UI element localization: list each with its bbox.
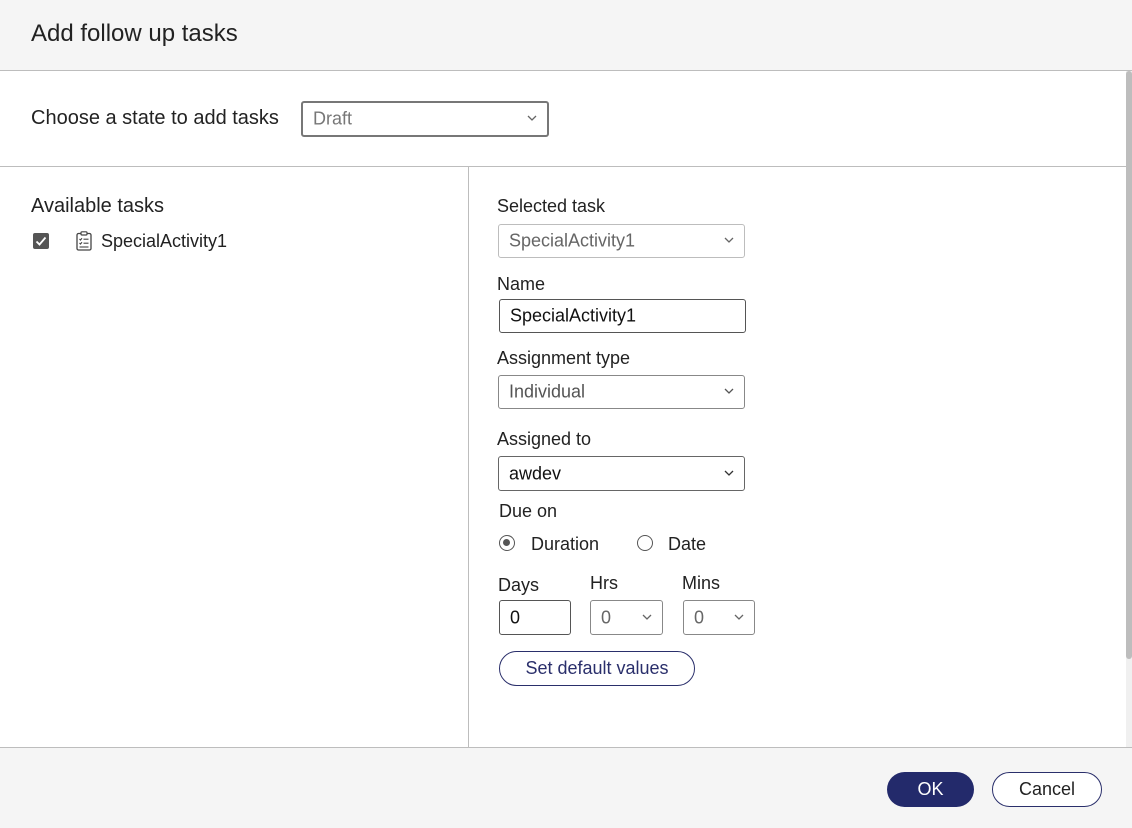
hrs-select[interactable]: 0 <box>590 600 663 635</box>
name-field-value: SpecialActivity1 <box>510 305 637 326</box>
chevron-down-icon <box>724 470 734 476</box>
list-item[interactable]: SpecialActivity1 <box>33 231 333 255</box>
date-radio[interactable] <box>637 535 653 551</box>
selected-task-value: SpecialActivity1 <box>509 230 636 251</box>
cancel-button[interactable]: Cancel <box>992 772 1102 807</box>
hrs-label: Hrs <box>590 573 618 593</box>
dialog-footer: OK Cancel <box>0 747 1132 828</box>
dialog-title: Add follow up tasks <box>31 20 238 47</box>
add-follow-up-tasks-dialog: Add follow up tasks Choose a state to ad… <box>0 0 1132 828</box>
task-checkbox[interactable] <box>33 233 49 249</box>
mins-value: 0 <box>694 607 705 627</box>
chevron-down-icon <box>724 388 734 394</box>
available-tasks-heading: Available tasks <box>31 195 165 217</box>
chevron-down-icon <box>642 614 652 620</box>
task-details-panel: Selected task SpecialActivity1 Name Spec… <box>469 167 1126 747</box>
days-label: Days <box>498 575 540 595</box>
ok-button[interactable]: OK <box>887 772 974 807</box>
days-input[interactable]: 0 <box>499 600 571 635</box>
chevron-down-icon <box>527 115 537 121</box>
assignment-type-label: Assignment type <box>497 348 631 368</box>
state-select[interactable]: Draft <box>301 101 549 137</box>
dialog-header: Add follow up tasks <box>0 0 1132 71</box>
checkmark-icon <box>35 236 47 246</box>
name-label: Name <box>497 274 546 294</box>
mins-label: Mins <box>682 573 721 593</box>
due-on-label: Due on <box>499 501 558 521</box>
selected-task-label: Selected task <box>497 196 606 216</box>
duration-radio[interactable] <box>499 535 515 551</box>
clipboard-checklist-icon <box>76 231 92 251</box>
state-select-value: Draft <box>313 108 353 129</box>
duration-radio-label: Duration <box>531 534 600 554</box>
scrollbar-thumb[interactable] <box>1126 71 1132 659</box>
date-radio-label: Date <box>668 534 707 554</box>
available-tasks-panel: Available tasks SpecialActivity1 <box>0 167 469 747</box>
mins-select[interactable]: 0 <box>683 600 755 635</box>
task-label: SpecialActivity1 <box>101 231 228 251</box>
name-field[interactable]: SpecialActivity1 <box>499 299 746 333</box>
state-chooser-bar: Choose a state to add tasks Draft <box>0 71 1126 167</box>
chevron-down-icon <box>724 237 734 243</box>
days-value: 0 <box>510 607 521 627</box>
assignment-type-value: Individual <box>509 381 586 402</box>
selected-task-select[interactable]: SpecialActivity1 <box>498 224 745 258</box>
assigned-to-label: Assigned to <box>497 429 592 449</box>
chevron-down-icon <box>734 614 744 620</box>
assigned-to-value: awdev <box>509 463 562 483</box>
set-default-values-button[interactable]: Set default values <box>499 651 695 686</box>
state-label: Choose a state to add tasks <box>31 107 279 129</box>
scrollbar[interactable] <box>1126 71 1132 747</box>
assigned-to-select[interactable]: awdev <box>498 456 745 491</box>
radio-selected-dot <box>503 539 510 546</box>
assignment-type-select[interactable]: Individual <box>498 375 745 409</box>
hrs-value: 0 <box>601 607 612 627</box>
